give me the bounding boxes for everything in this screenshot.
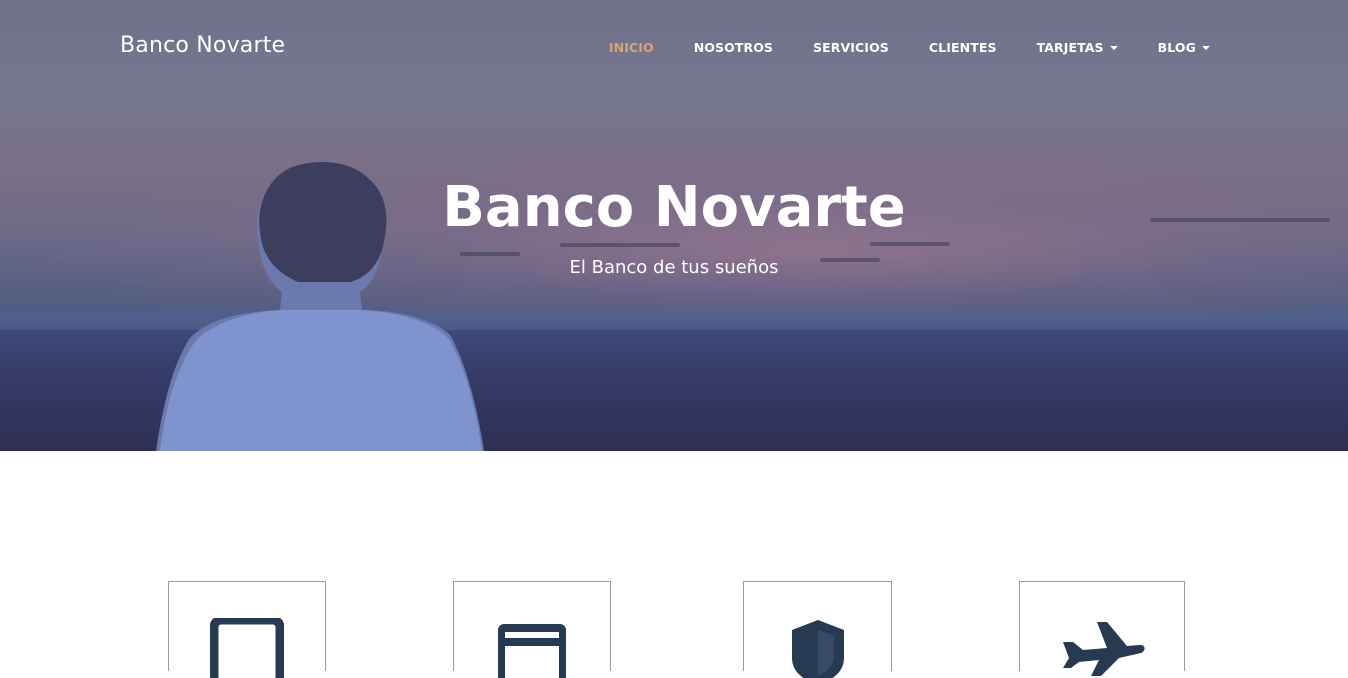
nav-item-label: CLIENTES xyxy=(928,40,997,55)
caret-down-icon xyxy=(1109,46,1118,50)
caret-down-icon xyxy=(1202,46,1210,50)
brand-logo-text[interactable]: Banco Novarte xyxy=(120,33,285,58)
navbar: Banco Novarte INICIO NOSOTROS SERVICIOS … xyxy=(0,0,1348,95)
nav-item-blog[interactable]: BLOG xyxy=(1158,40,1210,55)
nav-item-inicio[interactable]: INICIO xyxy=(609,40,654,55)
shield-icon xyxy=(791,620,844,678)
nav-item-tarjetas[interactable]: TARJETAS xyxy=(1037,40,1118,55)
nav-item-label: INICIO xyxy=(608,40,654,55)
nav-item-label: TARJETAS xyxy=(1036,40,1104,55)
main-nav: INICIO NOSOTROS SERVICIOS CLIENTES TARJE… xyxy=(569,40,1210,55)
nav-item-label: BLOG xyxy=(1157,40,1196,55)
hero-title: Banco Novarte xyxy=(442,175,906,240)
nav-item-nosotros[interactable]: NOSOTROS xyxy=(694,40,773,55)
nav-item-servicios[interactable]: SERVICIOS xyxy=(813,40,889,55)
tablet-icon xyxy=(210,618,284,678)
airplane-icon xyxy=(1063,622,1145,676)
credit-card-icon xyxy=(498,624,566,678)
hero-subtitle: El Banco de tus sueños xyxy=(569,257,779,278)
nav-item-label: NOSOTROS xyxy=(693,40,774,55)
nav-item-clientes[interactable]: CLIENTES xyxy=(929,40,997,55)
nav-item-label: SERVICIOS xyxy=(813,40,889,55)
hero-banner: Banco Novarte INICIO NOSOTROS SERVICIOS … xyxy=(0,0,1348,451)
